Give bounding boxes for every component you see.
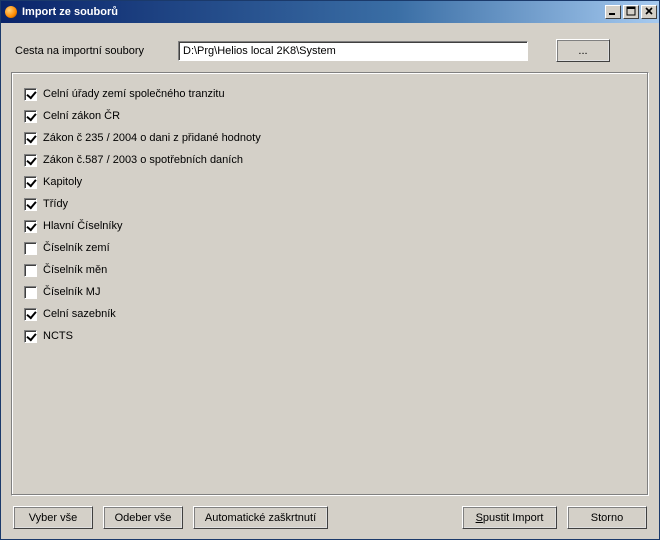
check-item[interactable]: Třídy — [24, 195, 636, 213]
check-item-label: Celní sazebník — [43, 308, 116, 320]
check-item-label: Číselník MJ — [43, 286, 100, 298]
options-groupbox: Celní úřady zemí společného tranzitu Celn… — [11, 72, 649, 496]
close-button[interactable] — [641, 5, 657, 19]
checkbox-icon[interactable] — [24, 286, 37, 299]
check-item-label: Celní zákon ČR — [43, 110, 120, 122]
select-all-button[interactable]: Vyber vše — [13, 506, 93, 529]
checkbox-icon[interactable] — [24, 132, 37, 145]
browse-button[interactable]: ... — [556, 39, 610, 62]
import-dialog: Import ze souborů Cesta na importní soub… — [0, 0, 660, 540]
check-item[interactable]: Číselník zemí — [24, 239, 636, 257]
check-item[interactable]: Celní sazebník — [24, 305, 636, 323]
path-row: Cesta na importní soubory ... — [11, 33, 649, 72]
app-icon — [5, 6, 17, 18]
deselect-all-button[interactable]: Odeber vše — [103, 506, 183, 529]
minimize-button[interactable] — [605, 5, 621, 19]
checkbox-icon[interactable] — [24, 330, 37, 343]
window-title: Import ze souborů — [22, 6, 605, 18]
check-item[interactable]: Zákon č 235 / 2004 o dani z přidané hodn… — [24, 129, 636, 147]
check-item[interactable]: Celní zákon ČR — [24, 107, 636, 125]
path-input[interactable] — [178, 41, 528, 61]
check-item-label: Kapitoly — [43, 176, 82, 188]
check-item[interactable]: Zákon č.587 / 2003 o spotřebních daních — [24, 151, 636, 169]
client-area: Cesta na importní soubory ... Celní úřad… — [1, 23, 659, 539]
check-item[interactable]: Kapitoly — [24, 173, 636, 191]
checkbox-icon[interactable] — [24, 264, 37, 277]
check-item-label: Zákon č 235 / 2004 o dani z přidané hodn… — [43, 132, 261, 144]
checkbox-icon[interactable] — [24, 198, 37, 211]
checkbox-icon[interactable] — [24, 176, 37, 189]
check-item-label: NCTS — [43, 330, 73, 342]
check-item[interactable]: Celní úřady zemí společného tranzitu — [24, 85, 636, 103]
checkbox-icon[interactable] — [24, 88, 37, 101]
auto-check-button[interactable]: Automatické zaškrtnutí — [193, 506, 328, 529]
check-item-label: Číselník zemí — [43, 242, 110, 254]
checkbox-icon[interactable] — [24, 154, 37, 167]
check-item[interactable]: Číselník měn — [24, 261, 636, 279]
checkbox-icon[interactable] — [24, 220, 37, 233]
check-item[interactable]: Číselník MJ — [24, 283, 636, 301]
run-import-button[interactable]: Spustit Import — [462, 506, 557, 529]
titlebar[interactable]: Import ze souborů — [1, 1, 659, 23]
check-item-label: Hlavní Číselníky — [43, 220, 122, 232]
check-item-label: Číselník měn — [43, 264, 107, 276]
check-item-label: Zákon č.587 / 2003 o spotřebních daních — [43, 154, 243, 166]
path-label: Cesta na importní soubory — [13, 45, 168, 57]
check-item-label: Celní úřady zemí společného tranzitu — [43, 88, 225, 100]
cancel-button[interactable]: Storno — [567, 506, 647, 529]
maximize-button[interactable] — [623, 5, 639, 19]
check-item-label: Třídy — [43, 198, 68, 210]
checkbox-icon[interactable] — [24, 242, 37, 255]
button-bar: Vyber vše Odeber vše Automatické zaškrtn… — [11, 496, 649, 531]
checkbox-icon[interactable] — [24, 110, 37, 123]
checklist: Celní úřady zemí společného tranzitu Celn… — [24, 85, 636, 345]
check-item[interactable]: Hlavní Číselníky — [24, 217, 636, 235]
window-controls — [605, 5, 657, 19]
checkbox-icon[interactable] — [24, 308, 37, 321]
check-item[interactable]: NCTS — [24, 327, 636, 345]
